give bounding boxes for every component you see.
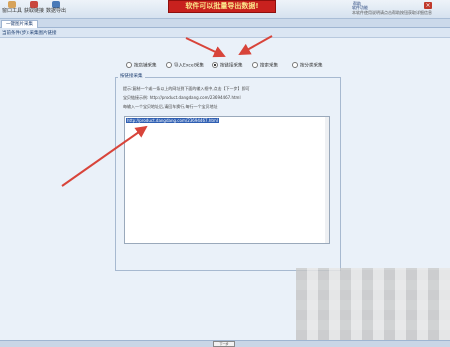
radio-label: 按店铺采集 bbox=[134, 63, 157, 69]
radio-label: 按分类采集 bbox=[300, 63, 323, 69]
radio-label: 按链接采集 bbox=[220, 63, 243, 69]
info-tip: 提示:复制一个或一条以上的网址到下面的输入框中,点击【下一步】即可 bbox=[123, 86, 250, 91]
radio-search[interactable]: 搜索采集 bbox=[252, 62, 278, 70]
radio-icon bbox=[126, 62, 132, 68]
radio-by-category[interactable]: 按分类采集 bbox=[292, 62, 323, 70]
toolbar-item-export[interactable]: 数据导出 bbox=[46, 1, 66, 18]
blurred-region bbox=[296, 268, 450, 340]
tab-bar: 一键图片采集 bbox=[0, 19, 450, 28]
link-input-textarea[interactable]: http://product.dangdang.com/23694467.htm… bbox=[124, 116, 330, 244]
radio-label: 导入Excel采集 bbox=[174, 63, 204, 69]
marquee-text: 本软件使用说明请点击帮助按钮获取详细信息 bbox=[352, 10, 432, 15]
info-instruction: 每输入一个宝贝地址后,请回车换行,每行一个宝贝地址 bbox=[123, 104, 218, 109]
textarea-scrollbar[interactable] bbox=[325, 117, 329, 243]
radio-icon bbox=[166, 62, 172, 68]
window-tools-icon bbox=[8, 1, 16, 8]
toolbar-item-label: 获取链接 bbox=[24, 8, 45, 14]
breadcrumb: 当前条件(步):采集图片链接 bbox=[2, 31, 57, 36]
toolbar-item-window-tools[interactable]: 窗口工具 bbox=[1, 1, 23, 18]
toolbar-item-label: 窗口工具 bbox=[1, 8, 22, 14]
tab-label: 一键图片采集 bbox=[6, 22, 33, 27]
promo-banner: 软件可以批量导出数据! bbox=[168, 0, 276, 13]
radio-label: 搜索采集 bbox=[260, 63, 278, 69]
radio-icon bbox=[292, 62, 298, 68]
export-icon bbox=[52, 1, 60, 8]
toolbar-item-label: 数据导出 bbox=[46, 8, 67, 14]
group-legend: 按链接采集 bbox=[118, 73, 145, 79]
info-example: 宝贝链接示例: http://product.dangdang.com/2369… bbox=[123, 95, 241, 100]
radio-icon bbox=[252, 62, 258, 68]
radio-import-excel[interactable]: 导入Excel采集 bbox=[166, 62, 204, 70]
radio-by-link[interactable]: 按链接采集 bbox=[212, 62, 243, 70]
radio-by-store[interactable]: 按店铺采集 bbox=[126, 62, 157, 70]
next-step-button[interactable]: 下一步 bbox=[213, 341, 235, 347]
radio-icon bbox=[212, 62, 218, 68]
close-icon[interactable]: × bbox=[424, 2, 432, 9]
link-icon bbox=[30, 1, 38, 8]
textarea-value: http://product.dangdang.com/23694467.htm… bbox=[126, 118, 219, 123]
toolbar-item-get-links[interactable]: 获取链接 bbox=[24, 1, 44, 18]
tab-image-collect[interactable]: 一键图片采集 bbox=[1, 20, 38, 28]
